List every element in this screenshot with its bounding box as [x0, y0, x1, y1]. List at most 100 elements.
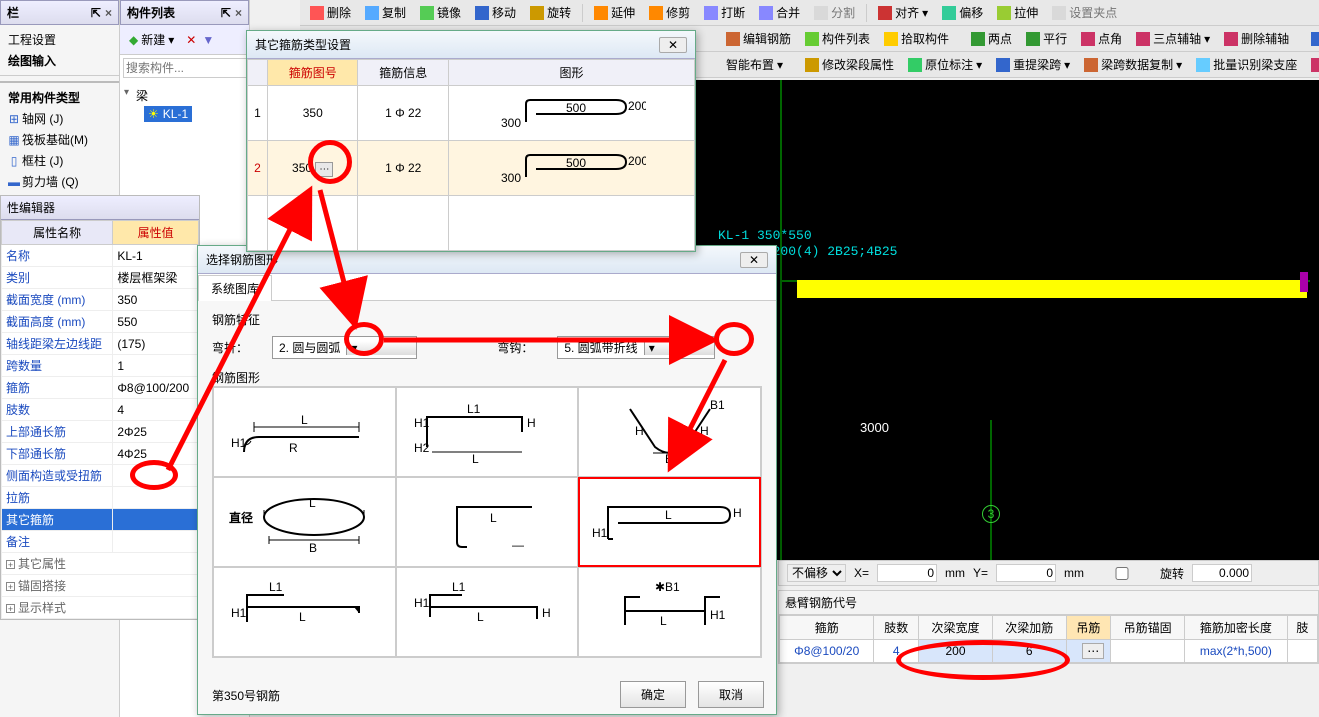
prop-name[interactable]: 侧面构造或受扭筋 — [2, 465, 113, 487]
prop-val[interactable]: 550 — [113, 311, 199, 333]
prop-name[interactable]: 肢数 — [2, 399, 113, 421]
close-icon[interactable]: ✕ — [740, 252, 768, 268]
dlg1-r2-val[interactable]: 350 ⋯ — [268, 141, 358, 196]
chevron-down-icon[interactable]: ▾ — [346, 341, 416, 355]
dlg1-th1[interactable]: 箍筋图号 — [268, 60, 358, 86]
btable-th[interactable]: 吊筋 — [1066, 616, 1111, 640]
smart-button[interactable]: 智能布置▾ — [720, 53, 789, 76]
inplace-button[interactable]: 原位标注▾ — [902, 53, 988, 76]
bt-width[interactable]: 200 — [919, 640, 993, 663]
align-button[interactable]: 对齐▾ — [872, 1, 934, 24]
pick-comp-button[interactable]: 拾取构件 — [878, 27, 955, 50]
offset-button[interactable]: 偏移 — [936, 1, 989, 24]
cancel-button[interactable]: 取消 — [698, 681, 764, 708]
bt-dense[interactable]: max(2*h,500) — [1185, 640, 1288, 663]
hook-combo[interactable]: 5. 圆弧带折线▾ — [557, 336, 714, 359]
move-button[interactable]: 移动 — [469, 1, 522, 24]
pin-icon[interactable]: ⇱ — [221, 6, 231, 20]
copy-span-button[interactable]: 梁跨数据复制▾ — [1078, 53, 1188, 76]
copy-button[interactable]: 复制 — [359, 1, 412, 24]
prop-val[interactable]: Φ8@100/200 — [113, 377, 199, 399]
dim-button[interactable]: 尺寸标 — [1305, 27, 1319, 50]
bt-diao[interactable]: ⋯ — [1066, 640, 1111, 663]
edit-rebar-button[interactable]: 编辑钢筋 — [720, 27, 797, 50]
prop-val[interactable] — [113, 531, 199, 553]
apply-button[interactable]: 应用 — [1305, 53, 1319, 76]
prop-name[interactable]: 类别 — [2, 267, 113, 289]
shape-3[interactable]: B1HHB — [578, 387, 761, 477]
mod-seg-button[interactable]: 修改梁段属性 — [799, 53, 900, 76]
parallel-button[interactable]: 平行 — [1020, 27, 1073, 50]
draw-input[interactable]: 绘图输入 — [4, 50, 115, 71]
btable-th[interactable]: 肢 — [1287, 616, 1317, 640]
y-input[interactable] — [996, 564, 1056, 582]
shape-5[interactable]: L— — [396, 477, 579, 567]
shape-9[interactable]: ✱B1LH1 — [578, 567, 761, 657]
prop-val[interactable]: 1 — [113, 355, 199, 377]
prop-expand[interactable]: +其它属性 — [2, 553, 199, 575]
prop-name[interactable]: 轴线距梁左边线距 — [2, 333, 113, 355]
raft-node[interactable]: ▦筏板基础(M) — [4, 129, 115, 150]
close-icon[interactable]: × — [235, 6, 242, 20]
prop-name[interactable]: 备注 — [2, 531, 113, 553]
filter-icon[interactable]: ▼ — [202, 33, 214, 47]
proj-settings[interactable]: 工程设置 — [4, 29, 115, 50]
x-input[interactable] — [877, 564, 937, 582]
vertex-button[interactable]: 点角 — [1075, 27, 1128, 50]
shape-6-selected[interactable]: H1LH — [578, 477, 761, 567]
prop-val[interactable]: 2Φ25 — [113, 421, 199, 443]
prop-name[interactable]: 下部通长筋 — [2, 443, 113, 465]
ellipsis-button[interactable]: ⋯ — [315, 162, 333, 177]
shape-8[interactable]: H1L1LH — [396, 567, 579, 657]
prop-name[interactable]: 拉筋 — [2, 487, 113, 509]
kl1-item[interactable]: ☀KL-1 — [144, 106, 192, 122]
common-types[interactable]: 常用构件类型 — [4, 87, 115, 108]
prop-val[interactable]: 4Φ25 — [113, 443, 199, 465]
prop-val[interactable] — [113, 509, 199, 531]
chevron-down-icon[interactable]: ▾ — [644, 341, 714, 355]
prop-name[interactable]: 箍筋 — [2, 377, 113, 399]
dlg1-r2-info[interactable]: 1 Φ 22 — [358, 141, 448, 196]
prop-expand[interactable]: +显示样式 — [2, 597, 199, 619]
shape-4[interactable]: 直径LB — [213, 477, 396, 567]
shape-2[interactable]: H1H2L1HL — [396, 387, 579, 477]
bt-stirrup[interactable]: Φ8@100/20 — [780, 640, 874, 663]
dlg1-r1-val[interactable]: 350 — [268, 86, 358, 141]
bt-legs[interactable]: 4 — [874, 640, 919, 663]
btable-th[interactable]: 次梁宽度 — [919, 616, 993, 640]
close-icon[interactable]: ✕ — [659, 37, 687, 53]
beam-tree-node[interactable]: 梁 — [124, 85, 245, 106]
btable-th[interactable]: 次梁加筋 — [992, 616, 1066, 640]
prop-expand[interactable]: +锚固搭接 — [2, 575, 199, 597]
rotate-check[interactable] — [1092, 567, 1152, 580]
ellipsis-button[interactable]: ⋯ — [1082, 643, 1104, 659]
prop-val[interactable]: (175) — [113, 333, 199, 355]
pin-icon[interactable]: ⇱ — [91, 6, 101, 20]
axis-node[interactable]: ⊞轴网 (J) — [4, 108, 115, 129]
bt-anchor[interactable] — [1111, 640, 1185, 663]
mirror-button[interactable]: 镜像 — [414, 1, 467, 24]
dlg1-r1-info[interactable]: 1 Φ 22 — [358, 86, 448, 141]
two-point-button[interactable]: 两点 — [965, 27, 1018, 50]
btable-th[interactable]: 箍筋加密长度 — [1185, 616, 1288, 640]
prop-val[interactable]: 4 — [113, 399, 199, 421]
frame-col-node[interactable]: ▯框柱 (J) — [4, 150, 115, 171]
shape-7[interactable]: H1L1L — [213, 567, 396, 657]
btable-th[interactable]: 箍筋 — [780, 616, 874, 640]
rotate-input[interactable] — [1192, 564, 1252, 582]
prop-name[interactable]: 其它箍筋 — [2, 509, 113, 531]
break-button[interactable]: 打断 — [698, 1, 751, 24]
prop-name[interactable]: 截面高度 (mm) — [2, 311, 113, 333]
prop-val[interactable]: KL-1 — [113, 245, 199, 267]
search-input[interactable] — [123, 58, 252, 78]
delete-icon[interactable]: ✕ — [186, 33, 196, 47]
new-button[interactable]: ◆新建▾ — [123, 28, 180, 51]
shape-1[interactable]: H1LR — [213, 387, 396, 477]
relabel-button[interactable]: 重提梁跨▾ — [990, 53, 1076, 76]
rotate-button[interactable]: 旋转 — [524, 1, 577, 24]
close-icon[interactable]: × — [105, 6, 112, 20]
offset-select[interactable]: 不偏移 — [787, 564, 846, 582]
trim-button[interactable]: 修剪 — [643, 1, 696, 24]
bend-combo[interactable]: 2. 圆与圆弧▾ — [272, 336, 417, 359]
ok-button[interactable]: 确定 — [620, 681, 686, 708]
